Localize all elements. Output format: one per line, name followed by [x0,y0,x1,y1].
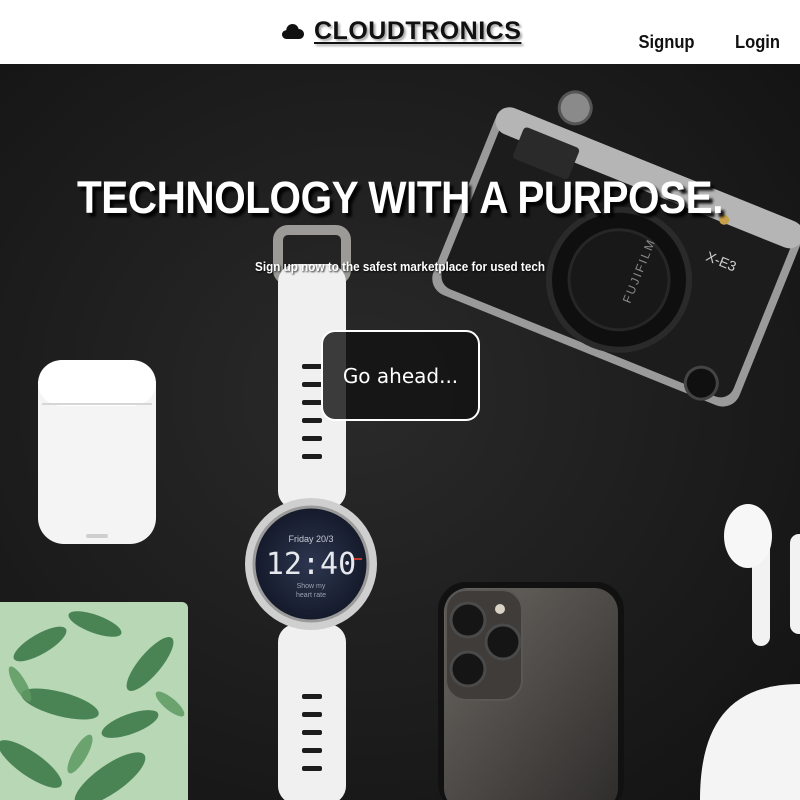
svg-text:Show my: Show my [297,583,326,590]
go-ahead-button[interactable]: Go ahead... [321,330,480,421]
brand-logo[interactable]: CLOUDTRONICS [282,14,521,48]
site-header: CLOUDTRONICS Signup Login [0,0,800,64]
login-link[interactable]: Login [735,32,780,53]
earbuds-case-illustration [38,360,156,544]
svg-text:12:40: 12:40 [266,547,356,582]
cloud-icon [282,24,304,39]
hero-subheadline: Sign up now to the safest marketplace fo… [255,259,545,274]
hero-section: X-E3 FUJIFILM Friday 20/3 12:40 Show my … [0,64,800,800]
top-nav: Signup Login [636,32,782,53]
signup-link[interactable]: Signup [638,32,694,53]
hero-headline: TECHNOLOGY WITH A PURPOSE. [76,172,724,223]
brand-name: CLOUDTRONICS [314,16,522,45]
svg-text:Friday 20/3: Friday 20/3 [288,534,333,544]
notebook-illustration [0,602,188,800]
smartphone-illustration [438,582,624,800]
svg-text:heart rate: heart rate [296,592,326,599]
